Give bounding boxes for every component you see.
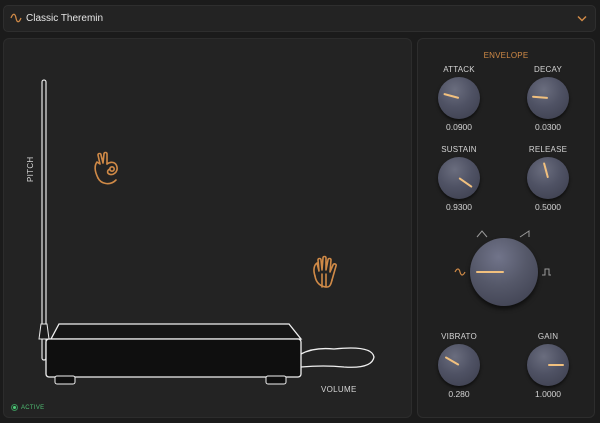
sustain-control: SUSTAIN 0.9300 [419,145,499,212]
gain-control: GAIN 1.0000 [508,332,588,399]
volume-hand-icon [313,255,337,288]
release-knob[interactable] [527,157,569,199]
vibrato-control: VIBRATO 0.280 [419,332,499,399]
release-value: 0.5000 [535,202,561,212]
square-wave-icon[interactable] [541,268,552,276]
gain-knob[interactable] [527,344,569,386]
sawtooth-wave-icon[interactable] [519,230,531,238]
chevron-down-icon[interactable] [577,15,587,22]
pitch-hand-icon [94,151,118,185]
sustain-label: SUSTAIN [441,145,477,154]
pitch-axis-label: PITCH [26,156,35,183]
decay-value: 0.0300 [535,122,561,132]
release-label: RELEASE [528,145,568,154]
theremin-antenna-icon [38,79,50,361]
decay-knob[interactable] [527,77,569,119]
decay-label: DECAY [534,65,562,74]
attack-knob[interactable] [438,77,480,119]
volume-axis-label: VOLUME [321,385,357,394]
sustain-value: 0.9300 [446,202,472,212]
status-dot [11,404,18,411]
status-indicator: ACTIVE [11,404,44,411]
preset-selector[interactable]: Classic Theremin [3,5,596,32]
gain-label: GAIN [537,332,559,341]
status-label: ACTIVE [21,404,45,411]
sine-wave-option-icon[interactable] [454,268,466,276]
release-control: RELEASE 0.5000 [508,145,588,212]
decay-control: DECAY 0.0300 [508,65,588,132]
waveform-knob[interactable] [470,238,538,306]
sine-wave-icon [10,13,22,23]
vibrato-knob[interactable] [438,344,480,386]
attack-control: ATTACK 0.0900 [419,65,499,132]
sustain-knob[interactable] [438,157,480,199]
vibrato-value: 0.280 [448,389,470,399]
envelope-section-title: ENVELOPE [483,51,529,60]
performance-stage[interactable]: PITCH [3,38,412,418]
attack-value: 0.0900 [446,122,472,132]
attack-label: ATTACK [443,65,475,74]
gain-value: 1.0000 [535,389,561,399]
vibrato-label: VIBRATO [441,332,477,341]
preset-name: Classic Theremin [26,13,104,24]
triangle-wave-icon[interactable] [476,230,488,238]
theremin-body-icon [45,323,375,385]
